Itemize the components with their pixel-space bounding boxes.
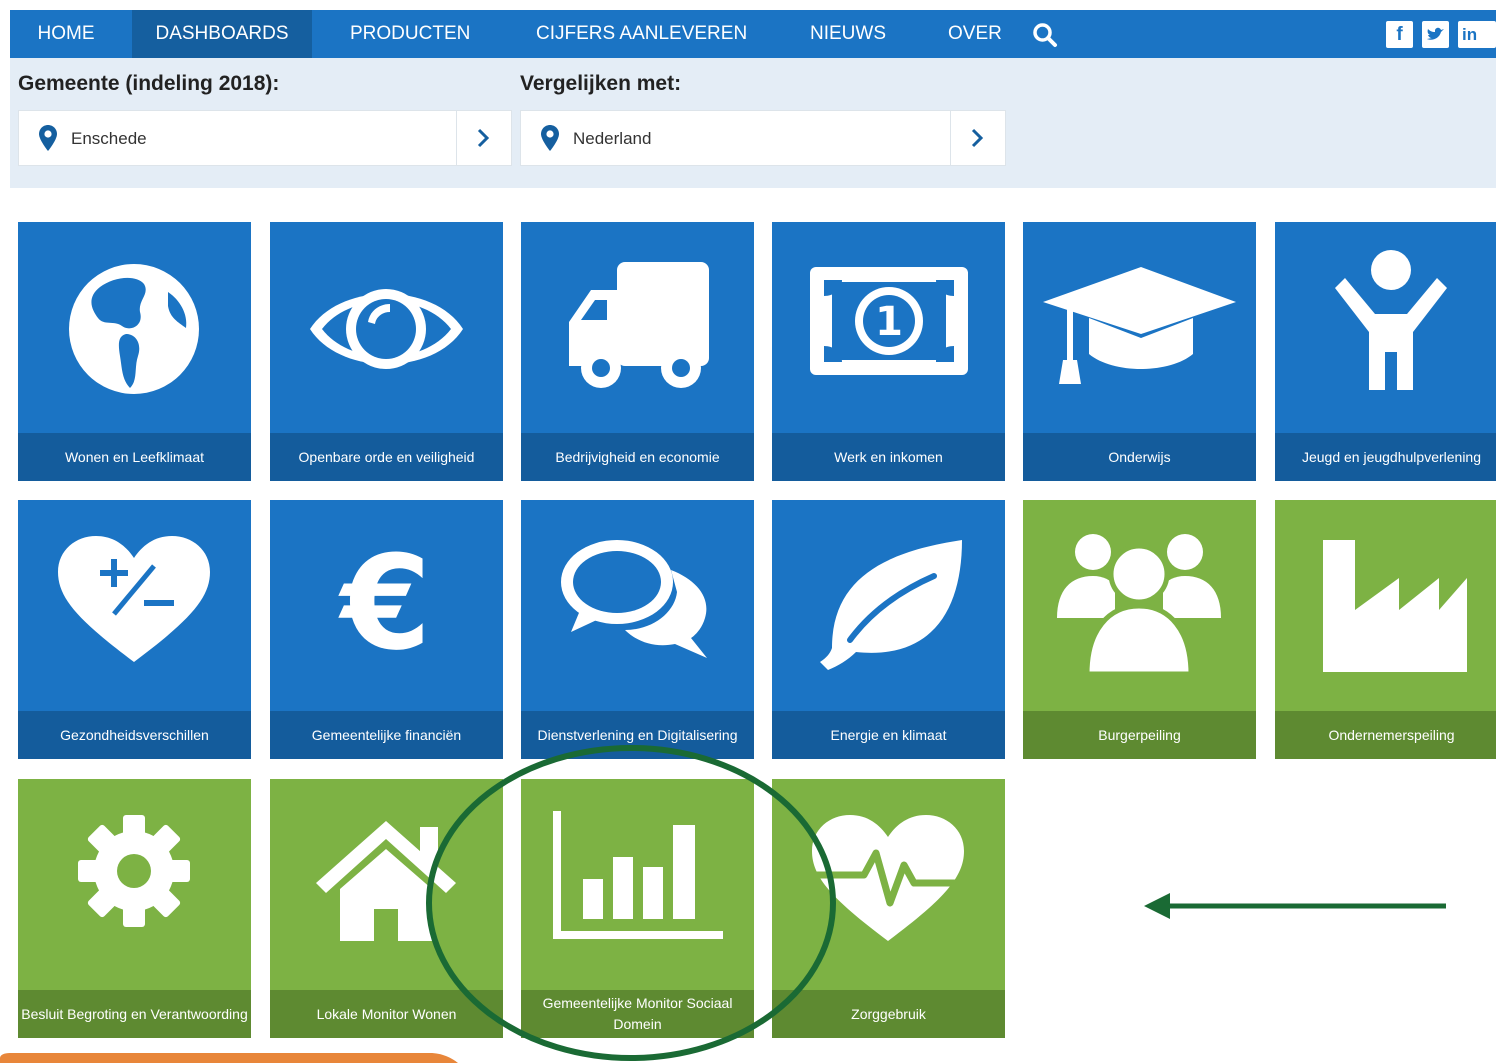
tile-gemeentelijke-monitor-sociaal-domein[interactable]: Gemeentelijke Monitor Sociaal Domein	[521, 779, 754, 1038]
chevron-right-icon[interactable]	[456, 111, 511, 165]
compare-value: Nederland	[573, 129, 652, 148]
tile-energie-en-klimaat[interactable]: Energie en klimaat	[772, 500, 1005, 759]
compare-selector[interactable]: Nederland	[520, 110, 1006, 166]
globe-icon	[69, 264, 199, 394]
tile-burgerpeiling[interactable]: Burgerpeiling	[1023, 500, 1256, 759]
compare-label: Vergelijken met:	[520, 72, 682, 95]
svg-text:€: €	[338, 527, 431, 679]
tile-wonen-en-leefklimaat[interactable]: Wonen en Leefklimaat	[18, 222, 251, 481]
tile-label: Ondernemerspeiling	[1275, 711, 1496, 759]
orange-banner-edge	[0, 1053, 458, 1063]
tile-label: Werk en inkomen	[772, 433, 1005, 481]
tile-jeugd-en-jeugdhulpverlening[interactable]: Jeugd en jeugdhulpverlening	[1275, 222, 1496, 481]
heart-plus-minus-icon	[58, 536, 210, 662]
house-icon	[316, 821, 456, 941]
tile-lokale-monitor-wonen[interactable]: Lokale Monitor Wonen	[270, 779, 503, 1038]
top-navigation-bar: HOME DASHBOARDS PRODUCTEN CIJFERS AANLEV…	[10, 10, 1496, 58]
tile-openbare-orde-en-veiligheid[interactable]: Openbare orde en veiligheid	[270, 222, 503, 481]
eye-icon	[310, 289, 463, 369]
arrow-left-icon	[1144, 893, 1446, 919]
heartbeat-icon	[812, 815, 964, 941]
gear-icon	[78, 815, 190, 927]
tile-zorggebruik[interactable]: Zorggebruik	[772, 779, 1005, 1038]
nav-home[interactable]: HOME	[10, 10, 122, 58]
tile-label: Gemeentelijke financiën	[270, 711, 503, 759]
tile-label: Openbare orde en veiligheid	[270, 433, 503, 481]
tile-label: Jeugd en jeugdhulpverlening	[1275, 433, 1496, 481]
search-icon[interactable]	[1032, 22, 1058, 48]
chevron-right-icon[interactable]	[950, 111, 1005, 165]
nav-over[interactable]: OVER	[948, 10, 1018, 58]
chat-bubbles-icon	[561, 540, 707, 658]
tile-label: Wonen en Leefklimaat	[18, 433, 251, 481]
tile-label: Besluit Begroting en Verantwoording	[18, 990, 251, 1038]
map-pin-icon	[39, 125, 57, 155]
nav-dashboards[interactable]: DASHBOARDS	[132, 10, 312, 58]
gemeente-selector[interactable]: Enschede	[18, 110, 512, 166]
tile-dienstverlening-en-digitalisering[interactable]: Dienstverlening en Digitalisering	[521, 500, 754, 759]
bar-chart-icon	[553, 811, 723, 939]
factory-icon	[1323, 540, 1467, 672]
tile-label: Onderwijs	[1023, 433, 1256, 481]
facebook-icon[interactable]: f	[1386, 21, 1413, 48]
map-pin-icon	[541, 125, 559, 155]
tile-label: Gemeentelijke Monitor Sociaal Domein	[521, 990, 754, 1038]
tile-bedrijvigheid-en-economie[interactable]: Bedrijvigheid en economie	[521, 222, 754, 481]
child-icon	[1335, 250, 1447, 390]
tile-label: Dienstverlening en Digitalisering	[521, 711, 754, 759]
svg-text:1: 1	[875, 299, 903, 345]
tile-label: Zorggebruik	[772, 990, 1005, 1038]
linkedin-icon[interactable]: in	[1458, 21, 1496, 48]
region-selection-bar: Gemeente (indeling 2018): Enschede Verge…	[10, 58, 1496, 188]
tile-besluit-begroting-en-verantwoording[interactable]: Besluit Begroting en Verantwoording	[18, 779, 251, 1038]
gemeente-label: Gemeente (indeling 2018):	[18, 72, 280, 95]
tile-onderwijs[interactable]: Onderwijs	[1023, 222, 1256, 481]
tile-label: Energie en klimaat	[772, 711, 1005, 759]
nav-producten[interactable]: PRODUCTEN	[350, 10, 500, 58]
gemeente-value: Enschede	[71, 129, 147, 148]
banknote-icon: 1	[810, 267, 968, 375]
tile-ondernemerspeiling[interactable]: Ondernemerspeiling	[1275, 500, 1496, 759]
leaf-icon	[820, 540, 962, 670]
graduation-cap-icon	[1043, 267, 1236, 384]
truck-icon	[569, 262, 709, 388]
nav-nieuws[interactable]: NIEUWS	[810, 10, 910, 58]
people-group-icon	[1057, 534, 1221, 677]
twitter-icon[interactable]	[1422, 21, 1449, 48]
tile-label: Gezondheidsverschillen	[18, 711, 251, 759]
tile-label: Bedrijvigheid en economie	[521, 433, 754, 481]
tile-gemeentelijke-financien[interactable]: € Gemeentelijke financiën	[270, 500, 503, 759]
tile-label: Burgerpeiling	[1023, 711, 1256, 759]
tile-gezondheidsverschillen[interactable]: Gezondheidsverschillen	[18, 500, 251, 759]
nav-cijfers-aanleveren[interactable]: CIJFERS AANLEVEREN	[536, 10, 796, 58]
euro-icon: €	[338, 527, 431, 679]
tile-label: Lokale Monitor Wonen	[270, 990, 503, 1038]
tile-werk-en-inkomen[interactable]: 1 Werk en inkomen	[772, 222, 1005, 481]
